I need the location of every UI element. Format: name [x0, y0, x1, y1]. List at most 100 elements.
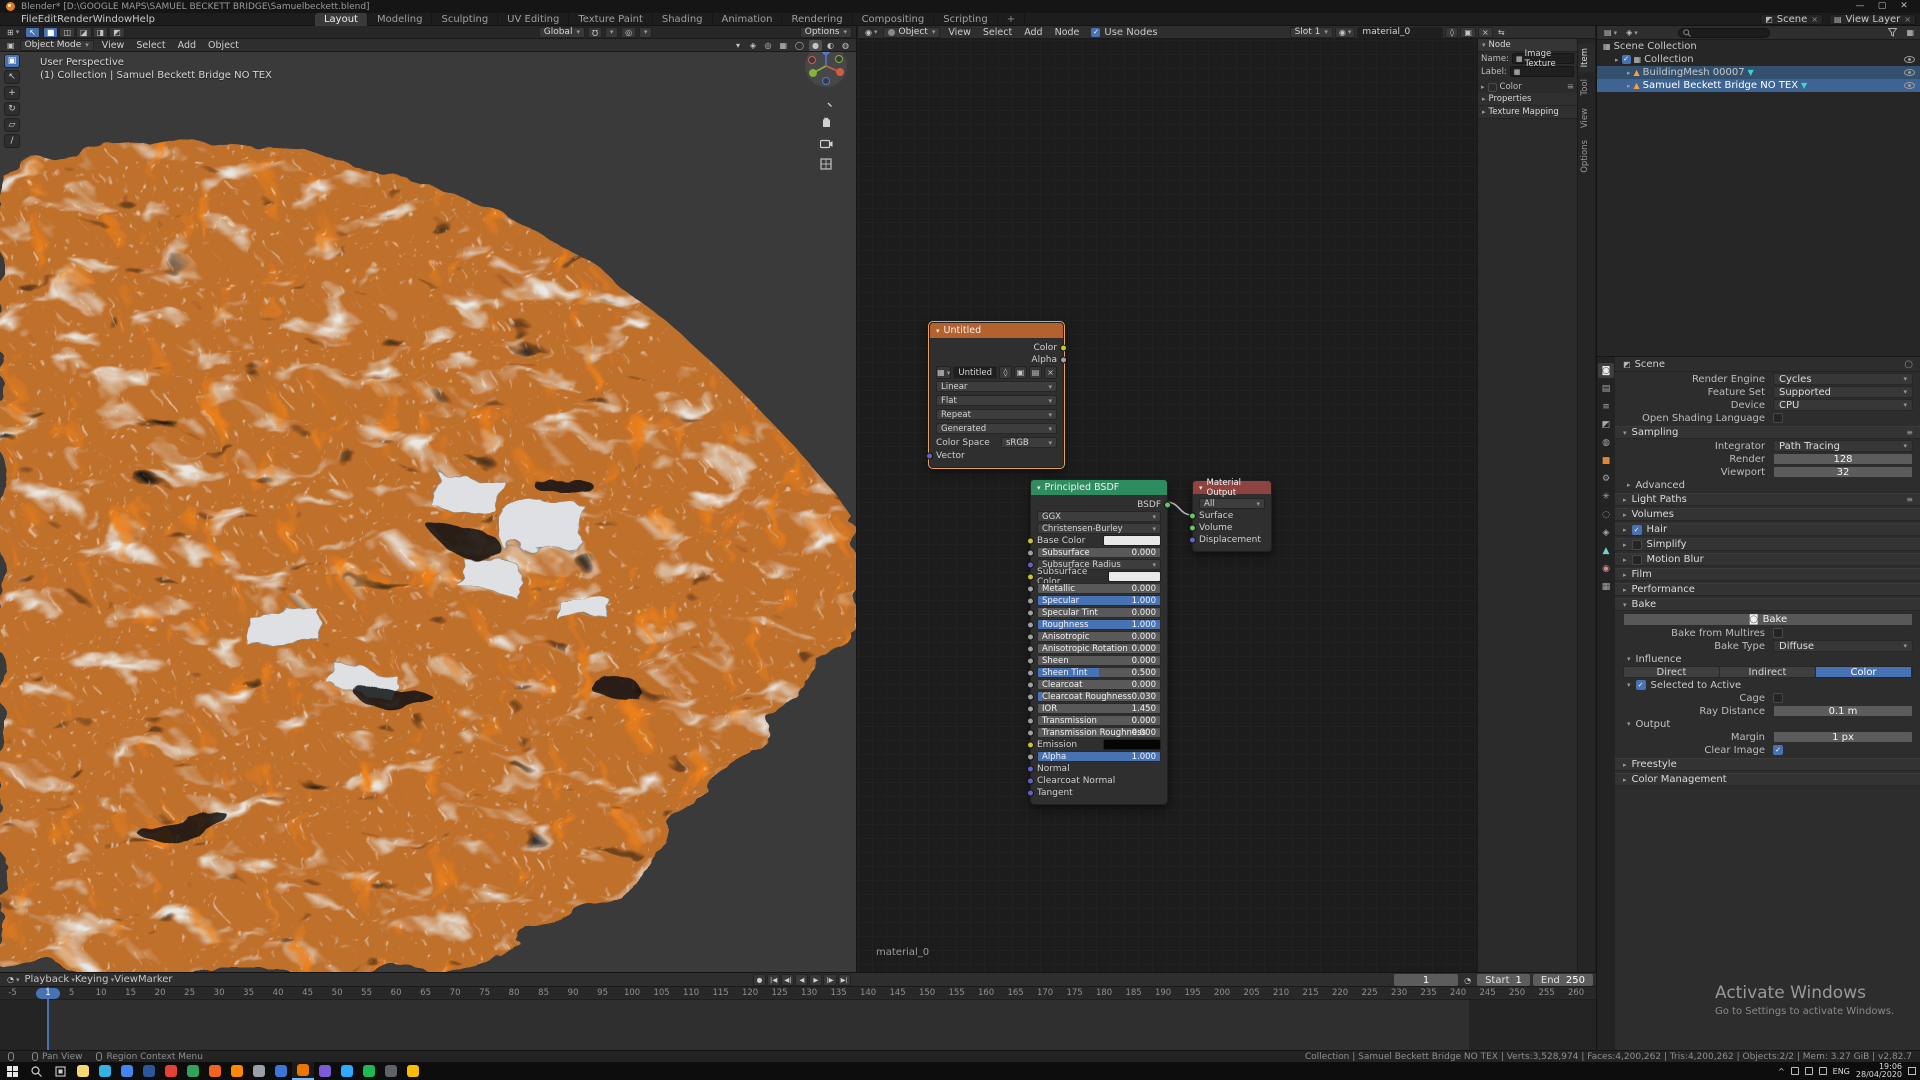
viewport-menu-view[interactable]: View: [96, 39, 131, 52]
parent-link-icon[interactable]: ⇆: [1495, 27, 1508, 38]
options-dropdown[interactable]: Options▾: [800, 27, 852, 38]
jump-to-start-button[interactable]: |◀: [767, 974, 780, 986]
prop-field-viewport[interactable]: 32: [1773, 466, 1913, 478]
viewport-menu-select[interactable]: Select: [130, 39, 171, 52]
alpha-output-socket[interactable]: [1060, 356, 1067, 363]
image-fake-user-icon[interactable]: ◊: [999, 366, 1012, 379]
subsurface-input-socket[interactable]: [1027, 549, 1034, 556]
playhead-frame-badge[interactable]: 1: [36, 988, 60, 999]
pin-icon[interactable]: ○: [1904, 359, 1913, 370]
menu-edit[interactable]: Edit: [38, 14, 57, 25]
ior-input-socket[interactable]: [1027, 705, 1034, 712]
emission-input-socket[interactable]: [1027, 741, 1034, 748]
taskbar-app-vlc[interactable]: [226, 1062, 248, 1080]
mode-extend-icon[interactable]: ◫: [59, 27, 75, 38]
add-workspace-button[interactable]: +: [998, 13, 1025, 26]
minimize-button[interactable]: —: [1850, 0, 1870, 13]
properties-tab-material[interactable]: ◉: [1598, 561, 1614, 576]
node-color-row[interactable]: ▸ Color ≡: [1478, 81, 1577, 93]
outliner-row-collection[interactable]: ▸✓▦Collection: [1597, 53, 1920, 66]
scene-unlink-icon[interactable]: ×: [1811, 15, 1818, 24]
color-space-dropdown[interactable]: sRGB▾: [1001, 437, 1057, 448]
prop-section-advanced[interactable]: ▸Advanced: [1615, 479, 1920, 491]
rendered-shading-icon[interactable]: ◍: [839, 40, 852, 51]
editor-type-icon[interactable]: ⊞ ▾: [4, 27, 22, 38]
workspace-tab-sculpting[interactable]: Sculpting: [432, 13, 498, 26]
taskbar-app-blender[interactable]: [292, 1062, 314, 1080]
menu-file[interactable]: File: [21, 14, 38, 25]
timeline-editor-icon[interactable]: ◔▾: [4, 974, 23, 985]
tool-select-box-icon[interactable]: ▣: [4, 54, 20, 68]
prop-check-simplify[interactable]: [1632, 540, 1642, 550]
segment-color[interactable]: Color: [1816, 667, 1912, 677]
snap-target-dropdown[interactable]: ▾: [605, 27, 618, 38]
subsurface-color-input-socket[interactable]: [1027, 573, 1034, 580]
mode-invert-icon[interactable]: ◨: [93, 27, 109, 38]
new-material-copy-icon[interactable]: ▣: [1460, 27, 1476, 38]
current-frame-field[interactable]: 1: [1394, 974, 1458, 986]
shader-editor[interactable]: ◉ ▾ Object▾ ViewSelectAddNode ✓Use Nodes…: [858, 26, 1595, 972]
clearcoat-roughness-input-socket[interactable]: [1027, 693, 1034, 700]
hide-in-viewport-icon[interactable]: [1904, 69, 1915, 76]
bsdf-field-specular[interactable]: Specular1.000: [1037, 595, 1161, 606]
menu-window[interactable]: Window: [93, 14, 132, 25]
timeline[interactable]: ◔▾ Playback ▾Keying ▾ViewMarker ●|◀◀|◀▶|…: [0, 972, 1596, 1050]
record-button[interactable]: ●: [753, 974, 766, 986]
bsdf-field-transmission[interactable]: Transmission0.000: [1037, 715, 1161, 726]
properties-tab-object[interactable]: ■: [1598, 453, 1614, 468]
prop-section-color-management[interactable]: ▸Color Management: [1615, 773, 1920, 786]
prop-field-ray-distance[interactable]: 0.1 m: [1773, 705, 1913, 717]
timeline-ruler[interactable]: -551015202530354045505560657075808590951…: [0, 987, 1596, 1000]
play-button[interactable]: ▶: [809, 974, 822, 986]
prop-check-cage[interactable]: [1773, 693, 1783, 703]
workspace-tab-animation[interactable]: Animation: [713, 13, 783, 26]
displacement-input-socket[interactable]: [1189, 536, 1196, 543]
outliner-row-scene-collection[interactable]: ▦Scene Collection: [1597, 40, 1920, 53]
tray-expand-icon[interactable]: ^: [1778, 1067, 1785, 1076]
bsdf-field-specular-tint[interactable]: Specular Tint0.000: [1037, 607, 1161, 618]
transform-orientation-dropdown[interactable]: Global▾: [539, 27, 585, 38]
overlays-icon[interactable]: ◎: [761, 40, 774, 51]
close-button[interactable]: ✕: [1894, 0, 1914, 13]
viewport-menu-add[interactable]: Add: [172, 39, 202, 52]
anisotropic-input-socket[interactable]: [1027, 633, 1034, 640]
hide-in-viewport-icon[interactable]: [1904, 56, 1915, 63]
menu-help[interactable]: Help: [132, 14, 155, 25]
prop-field-bake-type[interactable]: Diffuse▾: [1773, 640, 1913, 652]
maximize-button[interactable]: ▢: [1872, 0, 1892, 13]
prop-field-render[interactable]: 128: [1773, 453, 1913, 465]
principled-bsdf-node[interactable]: ▾Principled BSDF BSDF GGX▾ Christensen-B…: [1030, 479, 1168, 805]
prop-section-motion-blur[interactable]: ▸Motion Blur: [1615, 553, 1920, 566]
prop-field-integrator[interactable]: Path Tracing▾: [1773, 440, 1913, 452]
timeline-menu-playback[interactable]: Playback ▾: [25, 974, 75, 985]
image-texture-node[interactable]: ▾Untitled Color Alpha ▦▾ Untitled ◊ ▣ ▤: [929, 322, 1064, 468]
blender-logo-icon[interactable]: [6, 14, 17, 25]
prop-section-influence[interactable]: ▾Influence: [1615, 653, 1920, 665]
taskbar-app-photoshop[interactable]: [336, 1062, 358, 1080]
surface-input-socket[interactable]: [1189, 512, 1196, 519]
prop-check-selected-to-active[interactable]: ✓: [1636, 680, 1646, 690]
snap-magnet-icon[interactable]: Ω: [588, 27, 602, 38]
proportional-editing-icon[interactable]: ◎: [621, 27, 636, 38]
node-name-field[interactable]: ▦Image Texture: [1512, 53, 1574, 64]
view-layer-unlink-icon[interactable]: ×: [1904, 15, 1911, 24]
frame-end-field[interactable]: End250: [1533, 974, 1593, 986]
bsdf-field-alpha[interactable]: Alpha1.000: [1037, 751, 1161, 762]
tray-network-icon[interactable]: [1791, 1067, 1799, 1075]
bake-button[interactable]: ◙Bake: [1623, 613, 1913, 626]
subsurface-radius-input-socket[interactable]: [1027, 561, 1034, 568]
color-output-socket[interactable]: [1060, 344, 1067, 351]
3d-viewport[interactable]: ⊞ ▾ ↖ ■◫◪◨◩ Global▾ Ω ▾ ◎ ▾ Options▾ ▣ O…: [0, 26, 857, 972]
properties-tab-scene[interactable]: ◩: [1598, 417, 1614, 432]
bsdf-field-ior[interactable]: IOR1.450: [1037, 703, 1161, 714]
taskbar-app-file-explorer[interactable]: [72, 1062, 94, 1080]
material-output-node[interactable]: ▾Material Output All▾ SurfaceVolumeDispl…: [1192, 480, 1272, 552]
node-menu-add[interactable]: Add: [1018, 26, 1048, 39]
properties-tab-texture[interactable]: ▦: [1598, 579, 1614, 594]
mode-subtract-icon[interactable]: ◪: [76, 27, 92, 38]
prop-check-open-shading-language[interactable]: [1773, 413, 1783, 423]
tray-volume-icon[interactable]: [1805, 1067, 1813, 1075]
taskbar-app-spotify[interactable]: [358, 1062, 380, 1080]
image-copy-icon[interactable]: ▣: [1014, 366, 1027, 379]
prop-section-selected-to-active[interactable]: ▾✓Selected to Active: [1615, 679, 1920, 691]
